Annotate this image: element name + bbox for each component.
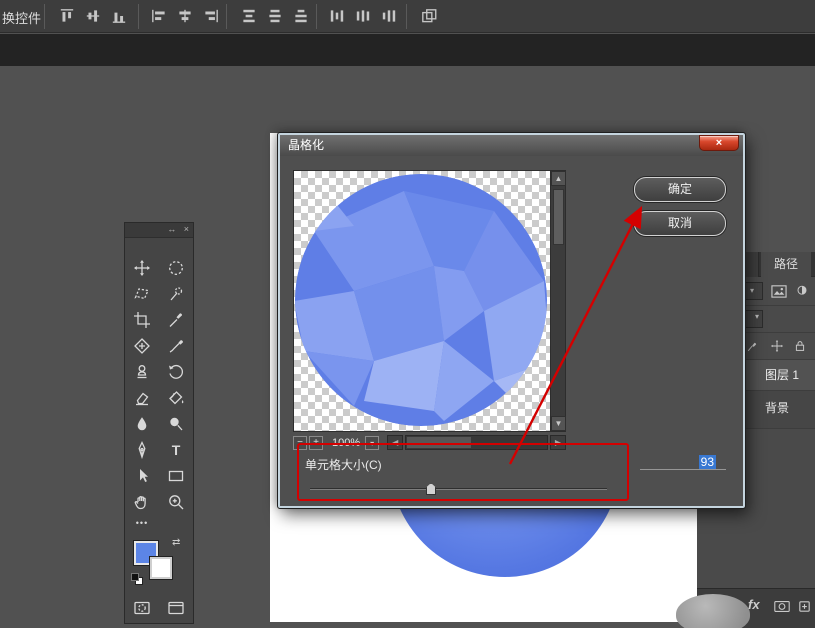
move-tool[interactable] [125,255,159,281]
new-layer-icon[interactable] [797,599,812,614]
path-selection-tool[interactable] [125,463,159,489]
filter-preview: ▲ ▼ [293,170,566,432]
close-button[interactable]: × [699,135,739,151]
hscroll-thumb[interactable] [407,437,471,448]
crystallized-circle [294,171,550,431]
distribute-top-icon[interactable] [240,7,258,25]
close-panel-icon[interactable]: × [184,224,189,234]
add-mask-icon[interactable] [773,599,791,614]
distribute-bottom-icon[interactable] [292,7,310,25]
preview-hscrollbar[interactable] [405,435,548,450]
photoshop-window: 换控件 [0,0,815,628]
preview-zoom-controls: − + 100% ▾ ◀ ▶ [293,434,566,451]
gray-shape [676,594,750,628]
preview-vscrollbar[interactable]: ▲ ▼ [550,171,565,431]
menu-shadow-bar [0,34,815,66]
slider-track [310,488,607,490]
divider [138,4,139,29]
patch-tool[interactable] [125,333,159,359]
cell-size-slider[interactable] [310,483,607,495]
tools-panel-header: ↔ × [125,223,193,238]
lock-all-icon[interactable] [792,338,808,354]
default-colors-icon[interactable] [131,573,145,587]
transform-controls-label: 换控件 [2,8,41,27]
align-middle-icon[interactable] [84,7,102,25]
elliptical-marquee-tool[interactable] [159,255,193,281]
scroll-right-icon[interactable]: ▶ [550,435,566,450]
cell-size-label: 单元格大小(C) [305,456,382,473]
scroll-down-icon[interactable]: ▼ [551,416,566,431]
lock-position-icon[interactable] [769,338,785,354]
background-color-swatch[interactable] [150,557,172,579]
dodge-tool[interactable] [159,411,193,437]
crop-tool[interactable] [125,307,159,333]
tools-grid: T [125,255,193,515]
history-brush-tool[interactable] [159,359,193,385]
tools-panel: ↔ × [124,222,194,624]
divider [316,4,317,29]
pen-tool[interactable] [125,437,159,463]
cancel-button[interactable]: 取消 [634,211,726,236]
preview-image[interactable] [294,171,550,431]
swap-colors-icon[interactable]: ⇄ [172,537,180,548]
zoom-out-button[interactable]: − [293,436,307,450]
divider [44,4,45,29]
scroll-up-icon[interactable]: ▲ [551,171,566,186]
chevron-down-icon: ▾ [755,312,759,321]
tab-paths[interactable]: 路径 [761,252,811,277]
distribute-left-icon[interactable] [328,7,346,25]
polygonal-lasso-tool[interactable] [125,281,159,307]
scroll-left-icon[interactable]: ◀ [387,435,403,450]
dialog-title-bar[interactable]: 晶格化 × [280,135,743,156]
dialog-title: 晶格化 [288,138,324,152]
zoom-tool[interactable] [159,489,193,515]
divider [226,4,227,29]
slider-thumb[interactable] [426,483,436,495]
distribute-right-icon[interactable] [380,7,398,25]
distribute-center-icon[interactable] [354,7,372,25]
collapse-panel-icon[interactable]: ↔ [167,224,176,234]
options-bar: 换控件 [0,0,815,33]
color-swatches: ⇄ [125,535,195,591]
eyedropper-tool[interactable] [159,307,193,333]
align-top-icon[interactable] [58,7,76,25]
align-center-icon[interactable] [176,7,194,25]
image-thumbnail-icon[interactable] [770,283,788,299]
edit-toolbar-button[interactable]: ••• [125,515,159,531]
eraser-tool[interactable] [125,385,159,411]
blur-tool[interactable] [125,411,159,437]
lock-brush-icon[interactable] [745,338,761,354]
type-tool[interactable]: T [159,437,193,463]
align-left-icon[interactable] [150,7,168,25]
cell-size-input[interactable]: 93 [640,453,726,470]
dialog-body: ▲ ▼ − + 100% ▾ ◀ ▶ 确定 取消 单元格大小(C) 93 [280,156,743,506]
vscroll-thumb[interactable] [553,189,564,245]
screen-mode-icon[interactable] [159,595,193,621]
hand-tool[interactable] [125,489,159,515]
align-right-icon[interactable] [202,7,220,25]
quick-selection-tool[interactable] [159,281,193,307]
divider [406,4,407,29]
paint-bucket-tool[interactable] [159,385,193,411]
rectangle-tool[interactable] [159,463,193,489]
ok-button[interactable]: 确定 [634,177,726,202]
brush-tool[interactable] [159,333,193,359]
auto-align-icon[interactable] [420,7,438,25]
zoom-dropdown-icon[interactable]: ▾ [365,436,379,450]
align-bottom-icon[interactable] [110,7,128,25]
crystallize-dialog: 晶格化 × [278,133,745,508]
layer-style-fx-icon[interactable]: fx [748,597,760,612]
distribute-middle-icon[interactable] [266,7,284,25]
default-fg-swatch [131,573,139,581]
adjustment-icon[interactable] [794,283,810,299]
cell-size-value: 93 [699,455,716,469]
zoom-in-button[interactable]: + [309,436,323,450]
zoom-level: 100% [332,437,360,449]
quick-mask-icon[interactable] [125,595,159,621]
clone-stamp-tool[interactable] [125,359,159,385]
